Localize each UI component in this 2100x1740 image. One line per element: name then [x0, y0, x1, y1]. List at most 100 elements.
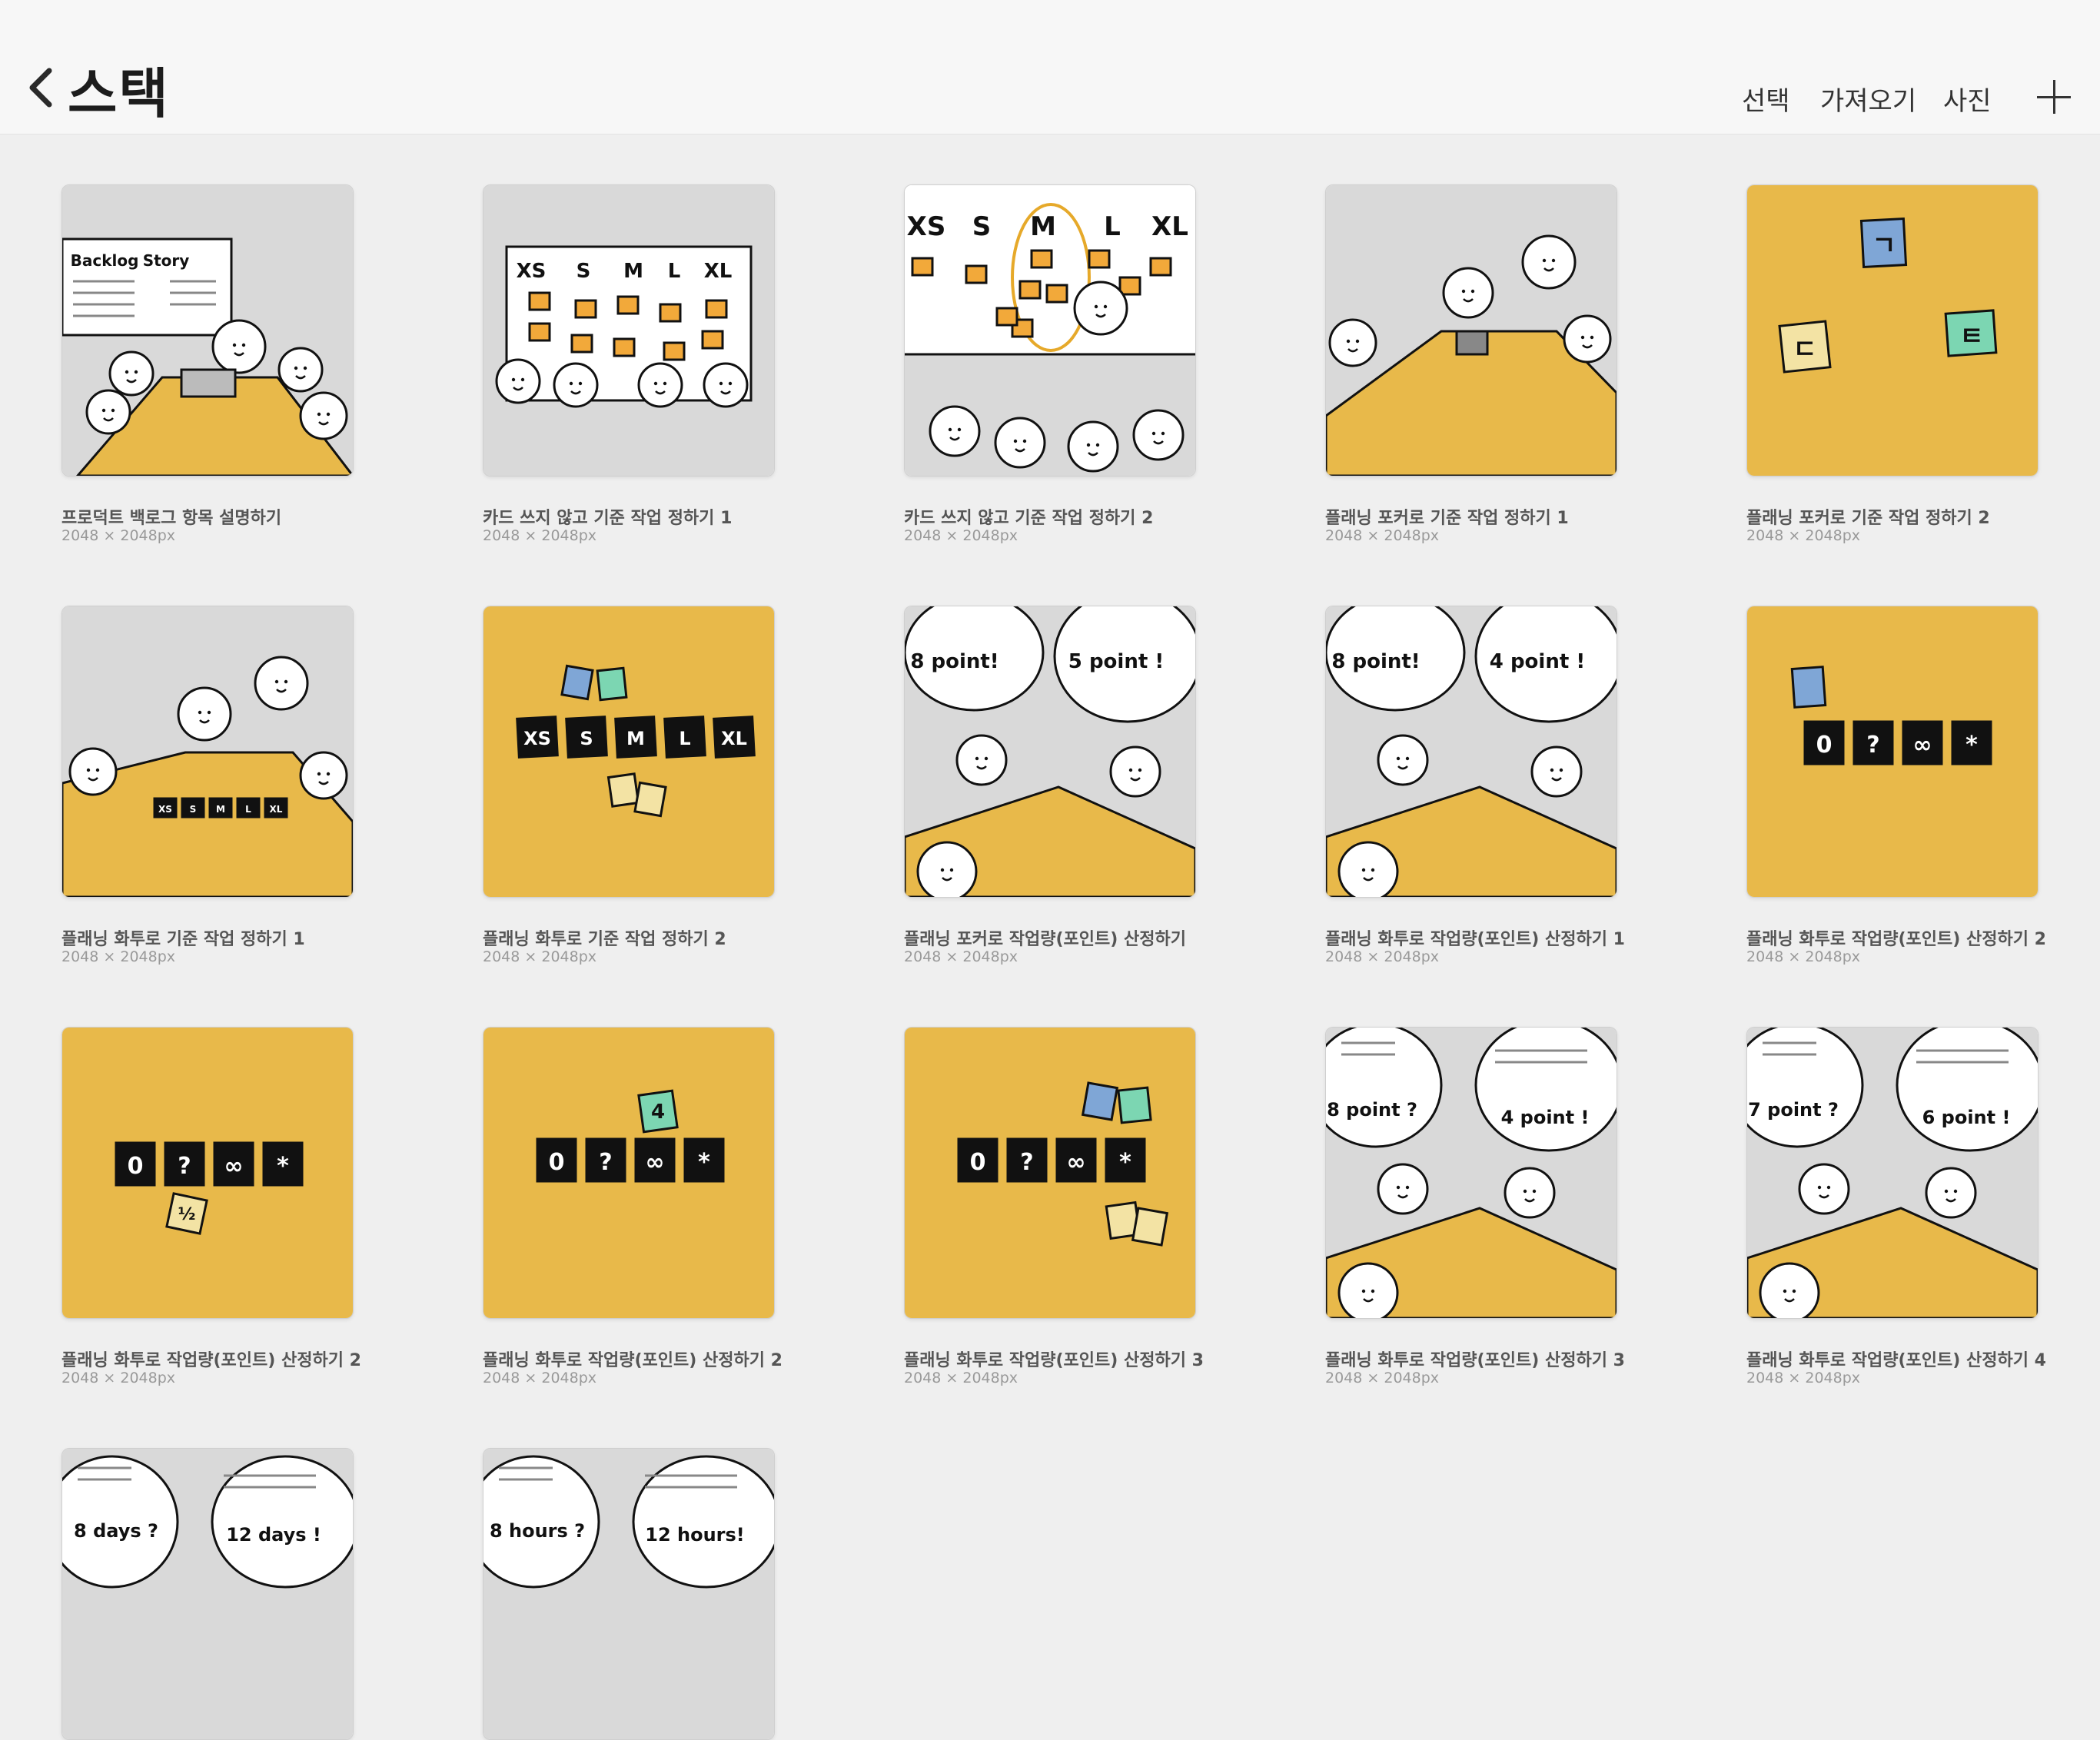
- card-label: *: [277, 1153, 289, 1180]
- card-label: S: [190, 804, 197, 815]
- artwork-thumbnail[interactable]: 0? ∞ *: [1746, 606, 2039, 898]
- card-label: L: [679, 728, 690, 749]
- artwork-illustration: 0? ∞ * 4: [483, 1028, 774, 1318]
- artwork-thumbnail[interactable]: XS S M L XL: [483, 184, 775, 477]
- artwork-title: 플래닝 화투로 작업량(포인트) 산정하기 4: [1746, 1351, 2046, 1370]
- artwork-illustration: [1326, 185, 1617, 476]
- artwork-dimensions: 2048 × 2048px: [1325, 1370, 1440, 1386]
- navigation-bar: 스택 선택 가져오기 사진: [0, 0, 2100, 134]
- speech-text: 8 point!: [1331, 650, 1420, 673]
- artwork-dimensions: 2048 × 2048px: [483, 948, 597, 965]
- card-label: 0: [128, 1153, 144, 1180]
- artwork-illustration: XS S M L XL: [483, 185, 774, 476]
- artwork-thumbnail[interactable]: 0? ∞ * ½: [61, 1027, 354, 1319]
- speech-text: 7 point ?: [1748, 1099, 1839, 1121]
- card-label: M: [216, 804, 225, 815]
- artwork-title: 플래닝 화투로 작업량(포인트) 산정하기 3: [904, 1351, 1204, 1370]
- card-glyph: ½: [178, 1205, 196, 1224]
- artwork-thumbnail[interactable]: [1325, 184, 1617, 477]
- card-label: ∞: [1067, 1149, 1086, 1176]
- speech-text: 8 point!: [910, 650, 998, 673]
- size-label: XS: [907, 211, 946, 242]
- size-label: XS: [517, 260, 547, 283]
- artwork-illustration: 8 days ? 12 days !: [62, 1449, 353, 1739]
- artwork-illustration: 0? ∞ *: [905, 1028, 1195, 1318]
- artwork-illustration: 0? ∞ * ½: [62, 1028, 353, 1318]
- artwork-title: 플래닝 포커로 기준 작업 정하기 2: [1746, 509, 1990, 528]
- artwork-thumbnail[interactable]: ㄱ ㄷ ㅌ: [1746, 184, 2039, 477]
- artwork-title: 프로덕트 백로그 항목 설명하기: [61, 509, 282, 528]
- artwork-thumbnail[interactable]: 8 point! 4 point !: [1325, 606, 1617, 898]
- import-button[interactable]: 가져오기: [1820, 80, 1916, 118]
- add-icon[interactable]: [2037, 80, 2071, 114]
- size-label: L: [1104, 211, 1121, 242]
- artwork-illustration: 8 point! 5 point !: [905, 606, 1195, 897]
- speech-text: 8 hours ?: [490, 1520, 585, 1542]
- artwork-thumbnail[interactable]: XS S M L XL: [61, 606, 354, 898]
- page-title: 스택: [68, 62, 170, 125]
- artwork-title: 플래닝 화투로 기준 작업 정하기 1: [61, 930, 305, 949]
- artwork-illustration: 7 point ? 6 point !: [1747, 1028, 2038, 1318]
- card-label: ∞: [646, 1149, 665, 1176]
- artwork-illustration: XS S M L XL: [905, 185, 1195, 476]
- board-label: Story: [143, 251, 190, 270]
- speech-text: 5 point !: [1068, 650, 1164, 673]
- artwork-dimensions: 2048 × 2048px: [61, 1370, 176, 1386]
- board-label: Backlog: [71, 251, 139, 270]
- card-glyph: ㅌ: [1959, 321, 1983, 352]
- artwork-title: 플래닝 화투로 작업량(포인트) 산정하기 2: [1746, 930, 2046, 949]
- artwork-thumbnail[interactable]: 8 hours ? 12 hours!: [483, 1448, 775, 1740]
- card-glyph: ㄱ: [1872, 231, 1896, 261]
- artwork-illustration: 8 point ? 4 point !: [1326, 1028, 1617, 1318]
- select-button[interactable]: 선택: [1742, 80, 1790, 118]
- artwork-illustration: 0? ∞ *: [1747, 606, 2038, 897]
- artwork-thumbnail[interactable]: XS S M L XL: [483, 606, 775, 898]
- artwork-thumbnail[interactable]: XS S M L XL: [904, 184, 1196, 477]
- artwork-thumbnail[interactable]: 8 point ? 4 point !: [1325, 1027, 1617, 1319]
- artwork-dimensions: 2048 × 2048px: [483, 1370, 597, 1386]
- artwork-title: 플래닝 포커로 기준 작업 정하기 1: [1325, 509, 1569, 528]
- artwork-thumbnail[interactable]: 0? ∞ *: [904, 1027, 1196, 1319]
- artwork-dimensions: 2048 × 2048px: [61, 527, 176, 544]
- artwork-dimensions: 2048 × 2048px: [61, 948, 176, 965]
- card-label: *: [698, 1149, 710, 1176]
- speech-text: 12 hours!: [645, 1524, 744, 1546]
- artwork-illustration: XS S M L XL: [483, 606, 774, 897]
- card-label: 0: [549, 1149, 565, 1176]
- card-label: ?: [1020, 1149, 1033, 1176]
- card-label: ∞: [1913, 732, 1932, 759]
- artwork-title: 플래닝 화투로 작업량(포인트) 산정하기 2: [61, 1351, 361, 1370]
- card-label: XS: [523, 728, 551, 749]
- card-label: M: [626, 728, 645, 749]
- artwork-thumbnail[interactable]: 0? ∞ * 4: [483, 1027, 775, 1319]
- card-label: 0: [970, 1149, 986, 1176]
- artwork-illustration: 8 hours ? 12 hours!: [483, 1449, 774, 1739]
- size-label: S: [577, 260, 591, 283]
- artwork-dimensions: 2048 × 2048px: [1746, 948, 1861, 965]
- card-glyph: 4: [651, 1101, 665, 1124]
- chevron-left-icon[interactable]: [23, 60, 63, 115]
- artwork-dimensions: 2048 × 2048px: [483, 527, 597, 544]
- speech-text: 12 days !: [226, 1524, 321, 1546]
- size-label: L: [668, 260, 681, 283]
- artwork-thumbnail[interactable]: 8 point! 5 point !: [904, 606, 1196, 898]
- card-label: 0: [1816, 732, 1833, 759]
- artwork-dimensions: 2048 × 2048px: [1746, 1370, 1861, 1386]
- artwork-title: 플래닝 화투로 기준 작업 정하기 2: [483, 930, 726, 949]
- artwork-thumbnail[interactable]: 8 days ? 12 days !: [61, 1448, 354, 1740]
- artwork-illustration: Backlog Story: [62, 185, 353, 476]
- artwork-title: 플래닝 포커로 작업량(포인트) 산정하기: [904, 930, 1186, 949]
- artwork-title: 카드 쓰지 않고 기준 작업 정하기 2: [904, 509, 1154, 528]
- speech-text: 8 point ?: [1327, 1099, 1417, 1121]
- artwork-thumbnail[interactable]: Backlog Story: [61, 184, 354, 477]
- size-label: S: [972, 211, 992, 242]
- photos-button[interactable]: 사진: [1943, 80, 1992, 118]
- artwork-thumbnail[interactable]: 7 point ? 6 point !: [1746, 1027, 2039, 1319]
- card-label: *: [1965, 732, 1978, 759]
- artwork-illustration: ㄱ ㄷ ㅌ: [1747, 185, 2038, 476]
- artwork-title: 카드 쓰지 않고 기준 작업 정하기 1: [483, 509, 733, 528]
- artwork-dimensions: 2048 × 2048px: [1325, 948, 1440, 965]
- card-label: L: [245, 804, 251, 815]
- card-label: XS: [158, 804, 172, 815]
- size-label: XL: [1151, 211, 1188, 242]
